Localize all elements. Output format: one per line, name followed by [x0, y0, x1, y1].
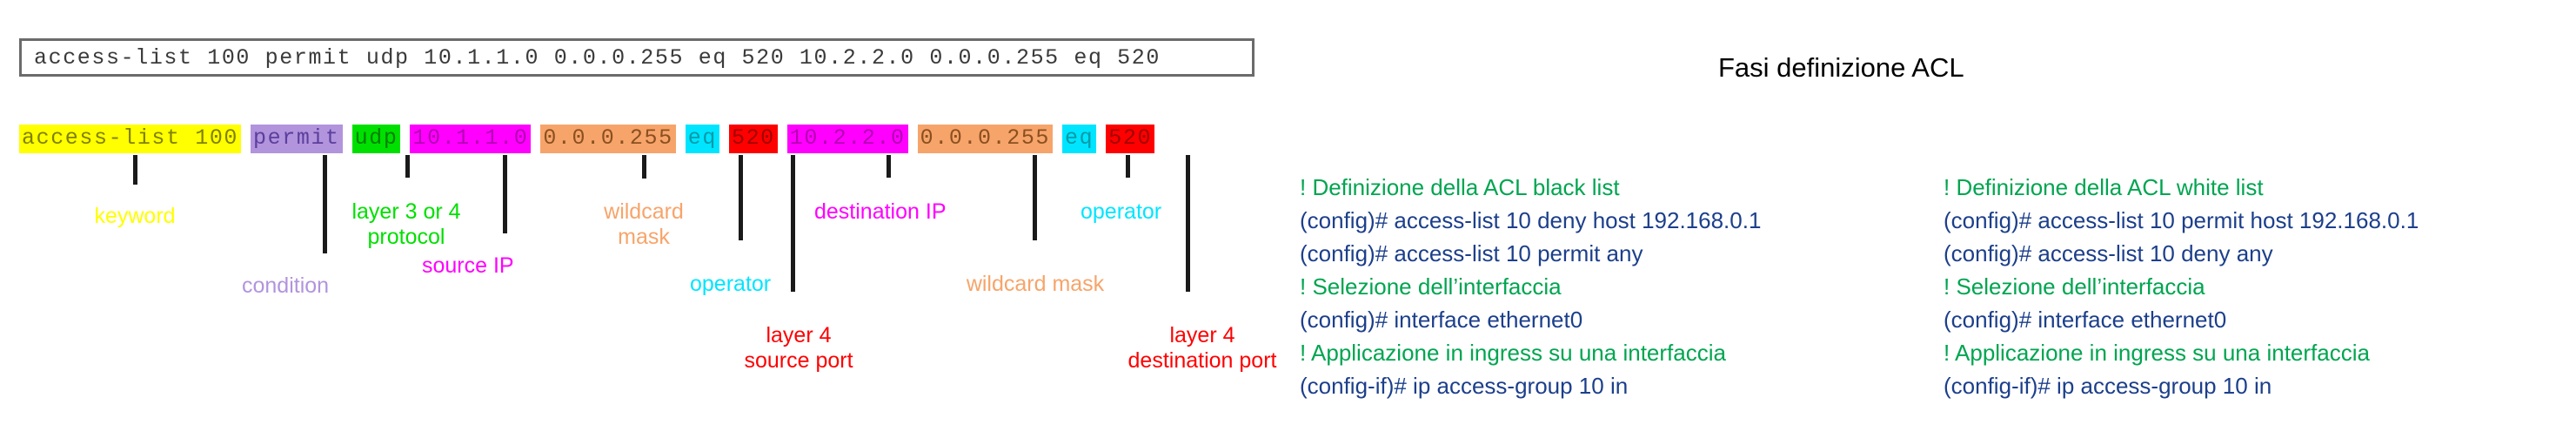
config-line: ! Applicazione in ingress su una interfa… — [1300, 340, 1726, 366]
acl-command-box: access-list 100 permit udp 10.1.1.0 0.0.… — [19, 38, 1255, 77]
acl-token-10: 520 — [1106, 125, 1155, 153]
config-line: (config)# access-list 10 deny any — [1944, 240, 2273, 266]
acl-token-0: access-list 100 — [19, 125, 242, 153]
config-line: (config-if)# ip access-group 10 in — [1300, 373, 1629, 399]
annotation-operator-1: operator — [690, 246, 771, 297]
annotation-destination-ip-text: destination IP — [814, 199, 947, 224]
annotation-source-ip: source IP — [422, 228, 514, 279]
config-line: (config)# interface ethernet0 — [1300, 307, 1583, 333]
annotation-wildcard-mask-1: wildcard mask — [570, 174, 718, 250]
annotation-source-ip-text: source IP — [422, 253, 514, 278]
acl-token-4: 0.0.0.255 — [540, 125, 676, 153]
annotation-operator-2-text: operator — [1081, 199, 1162, 224]
acl-command-text: access-list 100 permit udp 10.1.1.0 0.0.… — [34, 44, 1161, 71]
acl-token-8: 0.0.0.255 — [917, 125, 1054, 153]
leader-line-source-ip — [503, 155, 507, 233]
config-listing-blacklist: ! Definizione della ACL black list (confi… — [1300, 171, 1761, 402]
leader-line-operator-1 — [739, 155, 743, 240]
annotation-wildcard-mask-1-text: wildcard mask — [604, 199, 684, 249]
acl-token-3: 10.1.1.0 — [410, 125, 532, 153]
annotation-wildcard-mask-2: wildcard mask — [948, 246, 1122, 297]
acl-token-2: udp — [351, 125, 401, 153]
annotation-keyword-text: keyword — [94, 204, 176, 228]
annotation-destination-ip: destination IP — [814, 174, 947, 225]
config-line: (config)# access-list 10 permit host 192… — [1944, 207, 2419, 233]
acl-token-9: eq — [1062, 125, 1097, 153]
annotation-keyword: keyword — [52, 179, 217, 229]
annotation-condition: condition — [242, 248, 329, 299]
leader-line-layer4-dest-port — [1186, 155, 1190, 292]
leader-line-wildcard-mask-2 — [1033, 155, 1037, 240]
config-line: (config-if)# ip access-group 10 in — [1944, 373, 2272, 399]
annotation-wildcard-mask-2-text: wildcard mask — [966, 272, 1105, 296]
annotation-layer4-destination-port-text: layer 4 destination port — [1127, 323, 1277, 373]
config-line: (config)# access-list 10 deny host 192.1… — [1300, 207, 1762, 233]
acl-token-strip: access-list 100 permit udp 10.1.1.0 0.0.0.25… — [19, 125, 1164, 153]
annotation-operator-2: operator — [1081, 174, 1161, 225]
config-line: ! Definizione della ACL white list — [1944, 174, 2264, 200]
config-line: ! Definizione della ACL black list — [1300, 174, 1620, 200]
annotation-condition-text: condition — [242, 273, 330, 298]
config-line: (config)# interface ethernet0 — [1944, 307, 2227, 333]
leader-line-condition — [323, 155, 327, 253]
acl-token-7: 10.2.2.0 — [786, 125, 908, 153]
config-line: ! Applicazione in ingress su una interfa… — [1944, 340, 2370, 366]
acl-token-1: permit — [251, 125, 343, 153]
acl-token-6: 520 — [728, 125, 778, 153]
leader-line-layer4-source-port — [791, 155, 795, 292]
annotation-layer4-source-port-text: layer 4 source port — [744, 323, 853, 373]
acl-token-5: eq — [685, 125, 719, 153]
page-title: Fasi definizione ACL — [1718, 52, 1964, 83]
config-line: ! Selezione dell’interfaccia — [1300, 273, 1562, 300]
annotation-operator-1-text: operator — [690, 272, 772, 296]
config-line: ! Selezione dell’interfaccia — [1944, 273, 2205, 300]
annotation-layer4-destination-port: layer 4 destination port — [1107, 298, 1298, 374]
config-listing-whitelist: ! Definizione della ACL white list (confi… — [1944, 171, 2419, 402]
config-line: (config)# access-list 10 permit any — [1300, 240, 1643, 266]
annotation-layer4-source-port: layer 4 source port — [716, 298, 881, 374]
